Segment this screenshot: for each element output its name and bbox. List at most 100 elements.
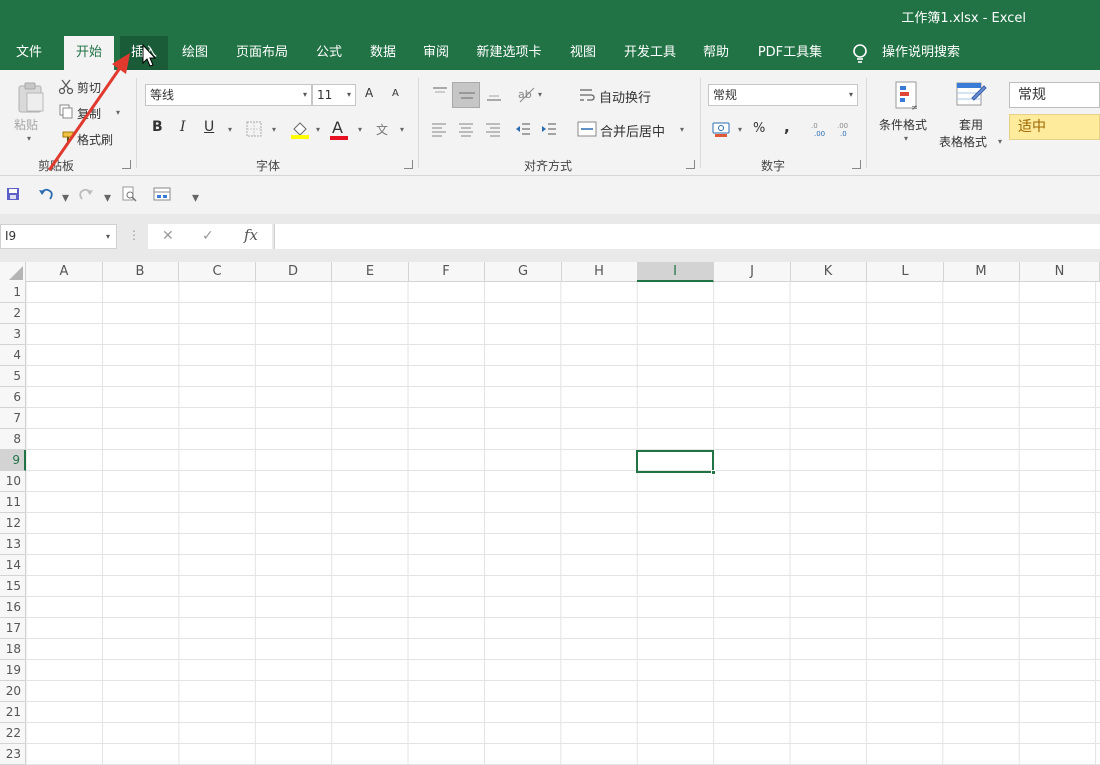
conditional-formatting-button[interactable]: 条件格式 xyxy=(879,116,927,133)
row-header[interactable]: 16 xyxy=(0,597,26,618)
row-header[interactable]: 5 xyxy=(0,366,26,387)
row-header[interactable]: 23 xyxy=(0,744,26,765)
row-header[interactable]: 18 xyxy=(0,639,26,660)
font-color-dropdown-arrow[interactable]: ▾ xyxy=(358,125,362,134)
borders-dropdown-arrow[interactable]: ▾ xyxy=(272,125,276,134)
insert-function-button[interactable]: fx xyxy=(244,226,258,244)
row-header[interactable]: 20 xyxy=(0,681,26,702)
align-left-icon[interactable] xyxy=(430,120,448,138)
number-launcher-icon[interactable] xyxy=(852,160,861,169)
column-header[interactable]: N xyxy=(1020,262,1100,282)
column-header[interactable]: K xyxy=(790,262,867,282)
align-middle-button[interactable] xyxy=(452,82,480,108)
align-bottom-icon[interactable] xyxy=(484,84,504,104)
tell-me-search[interactable]: 操作说明搜索 xyxy=(882,36,960,70)
currency-icon[interactable] xyxy=(712,120,732,138)
column-header[interactable]: G xyxy=(485,262,562,282)
comma-button[interactable]: , xyxy=(784,118,790,136)
tab-view[interactable]: 视图 xyxy=(560,36,606,70)
formula-bar-resize-handle[interactable]: ⋮ xyxy=(128,228,140,242)
undo-icon[interactable] xyxy=(38,186,54,202)
row-header[interactable]: 17 xyxy=(0,618,26,639)
row-header[interactable]: 2 xyxy=(0,303,26,324)
form-icon[interactable] xyxy=(153,186,171,202)
row-header[interactable]: 21 xyxy=(0,702,26,723)
format-as-table-label-2[interactable]: 表格格式 xyxy=(939,133,987,150)
row-header[interactable]: 13 xyxy=(0,534,26,555)
paste-button[interactable]: 粘贴 xyxy=(14,116,38,133)
row-header[interactable]: 11 xyxy=(0,492,26,513)
format-as-table-label-1[interactable]: 套用 xyxy=(959,116,983,133)
column-header[interactable]: I xyxy=(637,262,714,282)
decrease-indent-icon[interactable] xyxy=(514,120,532,138)
tab-formulas[interactable]: 公式 xyxy=(306,36,352,70)
format-painter-button[interactable]: 格式刷 xyxy=(77,131,113,148)
column-header[interactable]: F xyxy=(408,262,485,282)
row-header[interactable]: 4 xyxy=(0,345,26,366)
style-neutral[interactable]: 适中 xyxy=(1009,114,1100,140)
orientation-icon[interactable]: ab xyxy=(516,84,536,104)
italic-button[interactable]: I xyxy=(180,119,186,135)
column-header[interactable]: B xyxy=(102,262,179,282)
font-color-button[interactable]: A xyxy=(332,118,343,137)
paste-dropdown-arrow[interactable]: ▾ xyxy=(27,134,31,143)
row-header[interactable]: 14 xyxy=(0,555,26,576)
font-launcher-icon[interactable] xyxy=(404,160,413,169)
shrink-font-button[interactable]: A xyxy=(392,88,399,99)
row-header[interactable]: 7 xyxy=(0,408,26,429)
wrap-text-button[interactable]: 自动换行 xyxy=(599,87,651,106)
row-header[interactable]: 19 xyxy=(0,660,26,681)
increase-indent-icon[interactable] xyxy=(540,120,558,138)
tab-new-tab[interactable]: 新建选项卡 xyxy=(466,36,552,70)
number-format-combo[interactable]: 常规 ▾ xyxy=(708,84,858,106)
select-all-button[interactable] xyxy=(0,262,26,282)
merge-center-button[interactable]: 合并后居中 xyxy=(600,121,665,140)
redo-icon[interactable] xyxy=(78,186,94,202)
copy-dropdown-arrow[interactable]: ▾ xyxy=(116,108,120,117)
redo-dropdown-arrow[interactable]: ▾ xyxy=(104,190,111,206)
fill-color-dropdown-arrow[interactable]: ▾ xyxy=(316,125,320,134)
save-icon[interactable] xyxy=(6,187,20,201)
fill-handle[interactable] xyxy=(711,470,716,475)
phonetic-dropdown-arrow[interactable]: ▾ xyxy=(400,125,404,134)
column-header[interactable]: C xyxy=(179,262,256,282)
tab-developer[interactable]: 开发工具 xyxy=(614,36,686,70)
underline-button[interactable]: U xyxy=(204,119,214,135)
increase-decimal-icon[interactable]: .0 .00 xyxy=(810,120,830,138)
column-header[interactable]: J xyxy=(714,262,791,282)
percent-button[interactable]: % xyxy=(753,121,765,136)
column-header[interactable]: E xyxy=(332,262,409,282)
cell-area[interactable] xyxy=(26,282,1100,765)
tab-review[interactable]: 审阅 xyxy=(414,36,458,70)
tab-pdf-tools[interactable]: PDF工具集 xyxy=(746,36,834,70)
column-header[interactable]: L xyxy=(867,262,944,282)
tab-file[interactable]: 文件 xyxy=(0,36,58,70)
tab-help[interactable]: 帮助 xyxy=(694,36,738,70)
cancel-icon[interactable]: ✕ xyxy=(162,228,174,244)
decrease-decimal-icon[interactable]: .00 .0 xyxy=(836,120,856,138)
row-header[interactable]: 12 xyxy=(0,513,26,534)
paste-icon[interactable] xyxy=(14,80,48,114)
print-preview-icon[interactable] xyxy=(121,186,137,202)
tab-insert[interactable]: 插入 xyxy=(120,36,168,70)
row-header[interactable]: 15 xyxy=(0,576,26,597)
clipboard-launcher-icon[interactable] xyxy=(122,160,131,169)
undo-dropdown-arrow[interactable]: ▾ xyxy=(62,190,69,206)
style-normal[interactable]: 常规 xyxy=(1009,82,1100,108)
enter-icon[interactable]: ✓ xyxy=(202,228,214,244)
font-name-combo[interactable]: 等线 ▾ xyxy=(145,84,312,106)
tab-page-layout[interactable]: 页面布局 xyxy=(226,36,298,70)
fill-color-icon[interactable] xyxy=(290,119,310,139)
tab-data[interactable]: 数据 xyxy=(360,36,406,70)
align-top-icon[interactable] xyxy=(430,84,450,104)
format-as-table-dropdown-arrow[interactable]: ▾ xyxy=(998,137,1002,146)
font-size-combo[interactable]: 11 ▾ xyxy=(312,84,356,106)
conditional-formatting-dropdown-arrow[interactable]: ▾ xyxy=(904,134,908,143)
grow-font-button[interactable]: A xyxy=(365,86,373,100)
row-header[interactable]: 3 xyxy=(0,324,26,345)
row-header[interactable]: 6 xyxy=(0,387,26,408)
cut-button[interactable]: 剪切 xyxy=(77,79,101,96)
column-header[interactable]: A xyxy=(26,262,103,282)
copy-button[interactable]: 复制 xyxy=(77,105,101,122)
tab-draw[interactable]: 绘图 xyxy=(172,36,218,70)
